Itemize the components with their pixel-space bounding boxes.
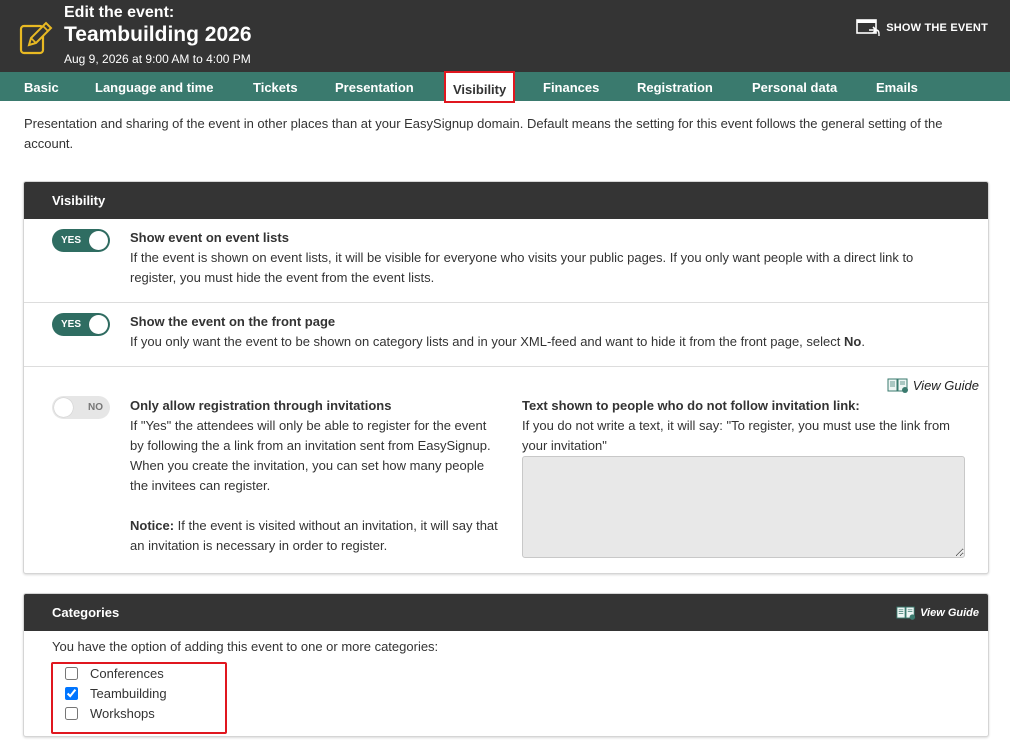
event-lists-row: YES Show event on event lists If the eve… bbox=[24, 219, 988, 303]
tab-basic[interactable]: Basic bbox=[24, 72, 59, 101]
invitation-text-input[interactable] bbox=[522, 456, 965, 558]
show-event-button[interactable]: SHOW THE EVENT bbox=[856, 18, 988, 38]
event-title: Teambuilding 2026 bbox=[64, 23, 252, 46]
tab-finances[interactable]: Finances bbox=[543, 72, 599, 101]
category-label: Conferences bbox=[90, 666, 164, 681]
category-teambuilding-checkbox[interactable] bbox=[65, 687, 78, 700]
front-page-toggle[interactable]: YES bbox=[52, 313, 110, 336]
invitations-text: Only allow registration through invitati… bbox=[130, 396, 498, 556]
event-lists-heading: Show event on event lists bbox=[130, 230, 289, 245]
tab-personal-data[interactable]: Personal data bbox=[752, 72, 837, 101]
category-workshops[interactable]: Workshops bbox=[65, 706, 155, 721]
tab-emails[interactable]: Emails bbox=[876, 72, 918, 101]
view-guide-label: View Guide bbox=[912, 378, 979, 393]
event-lists-toggle[interactable]: YES bbox=[52, 229, 110, 252]
category-conferences[interactable]: Conferences bbox=[65, 666, 164, 681]
guide-book-icon bbox=[887, 378, 908, 393]
tab-registration[interactable]: Registration bbox=[637, 72, 713, 101]
front-page-text: Show the event on the front page If you … bbox=[130, 312, 960, 352]
toggle-knob bbox=[89, 231, 108, 250]
categories-list: Conferences Teambuilding Workshops bbox=[51, 662, 227, 734]
invitation-link-heading: Text shown to people who do not follow i… bbox=[522, 398, 860, 413]
category-workshops-checkbox[interactable] bbox=[65, 707, 78, 720]
invitations-description: If "Yes" the attendees will only be able… bbox=[130, 418, 491, 493]
event-date: Aug 9, 2026 at 9:00 AM to 4:00 PM bbox=[64, 52, 251, 66]
toggle-state-label: NO bbox=[88, 402, 103, 413]
tab-language-and-time[interactable]: Language and time bbox=[95, 72, 213, 101]
event-lists-text: Show event on event lists If the event i… bbox=[130, 228, 960, 288]
tab-presentation[interactable]: Presentation bbox=[335, 72, 414, 101]
categories-panel: Categories View Guide You have the optio… bbox=[23, 593, 989, 737]
page-description: Presentation and sharing of the event in… bbox=[24, 116, 943, 151]
header-subtitle: Edit the event: bbox=[64, 4, 175, 21]
show-event-label: SHOW THE EVENT bbox=[886, 22, 988, 34]
category-label: Teambuilding bbox=[90, 686, 167, 701]
invitations-notice-text: If the event is visited without an invit… bbox=[130, 518, 498, 553]
front-page-no-emphasis: No bbox=[843, 334, 862, 349]
toggle-state-label: YES bbox=[61, 235, 82, 246]
invitations-notice-label: Notice: bbox=[130, 518, 175, 533]
categories-view-guide-label: View Guide bbox=[920, 606, 979, 619]
toggle-knob bbox=[89, 315, 108, 334]
tab-bar: Basic Language and time Tickets Presenta… bbox=[0, 71, 1010, 103]
category-conferences-checkbox[interactable] bbox=[65, 667, 78, 680]
guide-book-icon bbox=[896, 606, 916, 620]
invitations-heading: Only allow registration through invitati… bbox=[130, 398, 392, 413]
front-page-description: If you only want the event to be shown o… bbox=[130, 334, 844, 349]
invitation-link-text: Text shown to people who do not follow i… bbox=[522, 396, 972, 456]
front-page-row: YES Show the event on the front page If … bbox=[24, 303, 988, 367]
toggle-state-label: YES bbox=[61, 319, 82, 330]
invitation-link-description: If you do not write a text, it will say:… bbox=[522, 418, 951, 453]
view-guide-link[interactable]: View Guide bbox=[887, 377, 979, 394]
categories-title: Categories bbox=[52, 605, 120, 620]
tab-tickets[interactable]: Tickets bbox=[253, 72, 298, 101]
edit-pencil-icon bbox=[19, 21, 53, 55]
external-window-icon bbox=[856, 19, 880, 36]
tab-visibility[interactable]: Visibility bbox=[444, 71, 516, 103]
front-page-heading: Show the event on the front page bbox=[130, 314, 336, 329]
visibility-panel: Visibility YES Show event on event lists… bbox=[23, 181, 989, 574]
invitations-row: View Guide NO Only allow registration th… bbox=[24, 367, 988, 572]
toggle-knob bbox=[54, 398, 73, 417]
visibility-panel-title: Visibility bbox=[24, 182, 988, 219]
categories-panel-title: Categories View Guide bbox=[24, 594, 988, 631]
front-page-description-end: . bbox=[861, 334, 865, 349]
event-header: Edit the event: Teambuilding 2026 Aug 9,… bbox=[0, 0, 1010, 72]
invitations-only-toggle[interactable]: NO bbox=[52, 396, 110, 419]
category-teambuilding[interactable]: Teambuilding bbox=[65, 686, 167, 701]
categories-view-guide-link[interactable]: View Guide bbox=[896, 594, 979, 631]
categories-intro: You have the option of adding this event… bbox=[52, 639, 439, 654]
event-lists-description: If the event is shown on event lists, it… bbox=[130, 250, 914, 285]
category-label: Workshops bbox=[90, 706, 155, 721]
